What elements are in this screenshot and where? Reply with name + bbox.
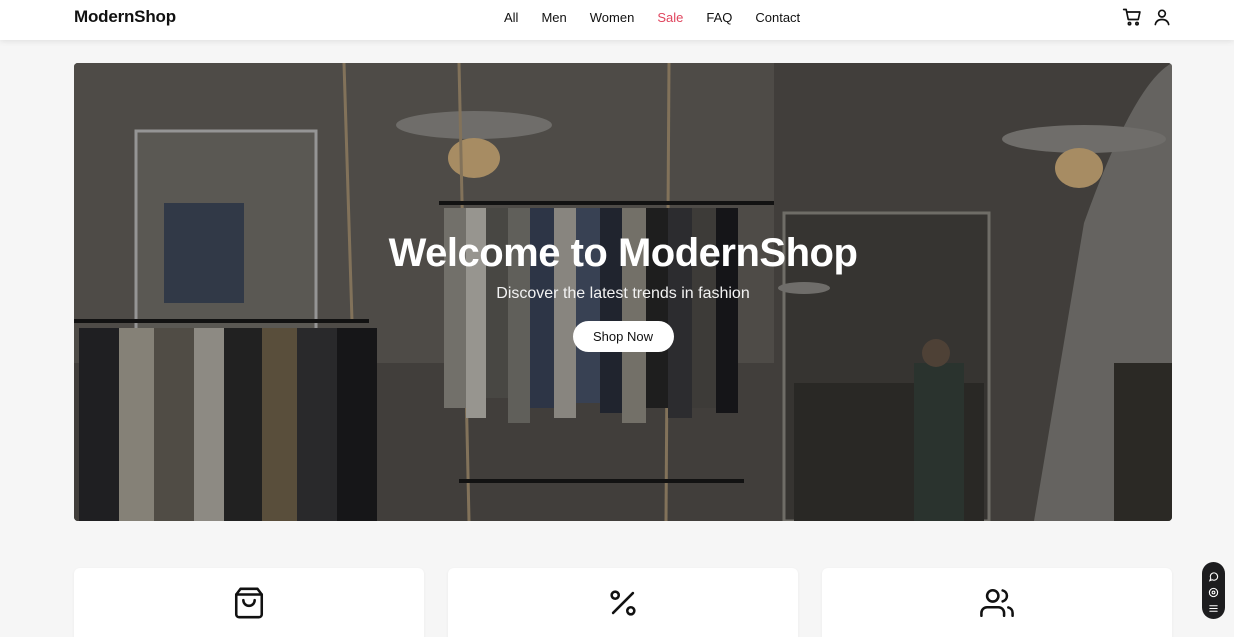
site-logo[interactable]: ModernShop <box>74 7 176 27</box>
shopping-bag-icon <box>232 586 266 620</box>
nav-link-contact[interactable]: Contact <box>755 10 800 25</box>
users-icon <box>980 586 1014 620</box>
nav-link-men[interactable]: Men <box>541 10 566 25</box>
user-icon[interactable] <box>1152 7 1172 27</box>
hero-banner: Welcome to ModernShop Discover the lates… <box>74 63 1172 521</box>
nav-link-faq[interactable]: FAQ <box>706 10 732 25</box>
floating-widget <box>1202 562 1225 619</box>
nav-link-sale[interactable]: Sale <box>657 10 683 25</box>
hero-content: Welcome to ModernShop Discover the lates… <box>74 233 1172 352</box>
header-actions <box>1122 7 1172 27</box>
hero-subtitle: Discover the latest trends in fashion <box>496 285 750 302</box>
cart-icon[interactable] <box>1122 7 1142 27</box>
nav-link-all[interactable]: All <box>504 10 518 25</box>
feature-card[interactable] <box>822 568 1172 637</box>
main-menu: All Men Women Sale FAQ Contact <box>504 10 800 25</box>
feature-card[interactable] <box>74 568 424 637</box>
chat-icon[interactable] <box>1208 569 1219 582</box>
shop-now-button[interactable]: Shop Now <box>572 321 674 352</box>
feature-card[interactable] <box>448 568 798 637</box>
settings-icon[interactable] <box>1208 601 1219 613</box>
nav-link-women[interactable]: Women <box>590 10 635 25</box>
top-navigation-bar: ModernShop All Men Women Sale FAQ Contac… <box>0 0 1234 40</box>
percent-icon <box>606 586 640 620</box>
hero-title: Welcome to ModernShop <box>388 231 858 275</box>
eye-icon[interactable] <box>1208 585 1219 598</box>
